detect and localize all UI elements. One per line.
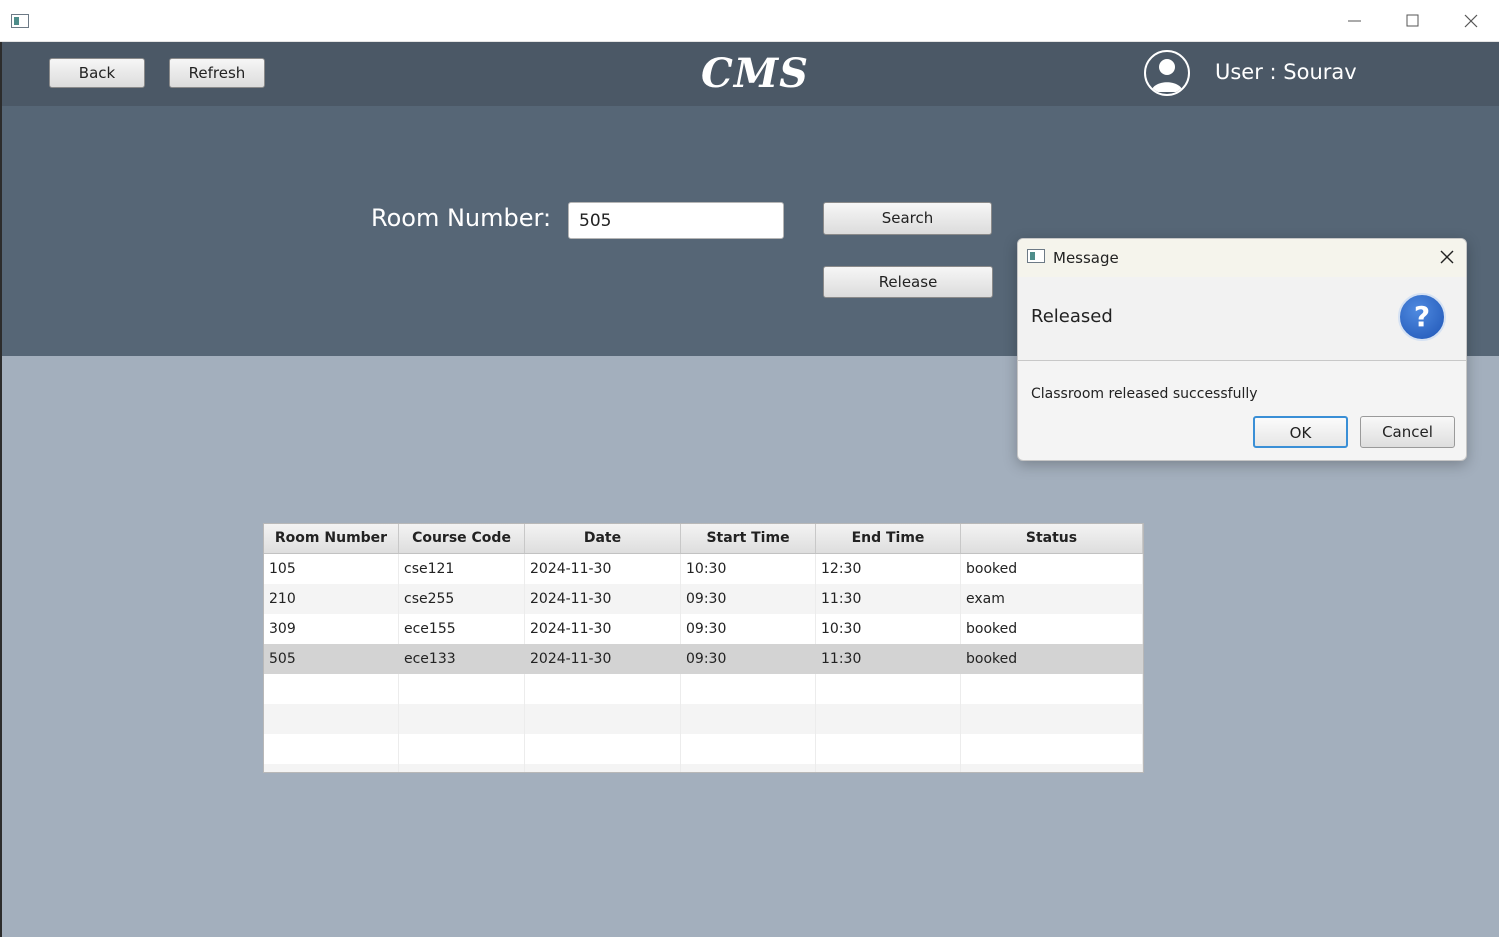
user-label: User : Sourav — [1215, 60, 1357, 84]
cell-room-number: 210 — [264, 584, 399, 614]
column-header-end-time[interactable]: End Time — [816, 524, 961, 553]
release-button[interactable]: Release — [823, 266, 993, 298]
cell-start-time: 09:30 — [681, 584, 816, 614]
cell-status: exam — [961, 584, 1143, 614]
user-avatar-icon — [1144, 50, 1190, 96]
table-row[interactable]: 105 cse121 2024-11-30 10:30 12:30 booked — [264, 554, 1143, 584]
cancel-button[interactable]: Cancel — [1360, 416, 1455, 448]
table-row-empty — [264, 764, 1143, 772]
minimize-icon — [1348, 20, 1361, 22]
column-header-start-time[interactable]: Start Time — [681, 524, 816, 553]
dialog-header: Released ? — [1018, 277, 1466, 361]
dialog-title: Message — [1053, 249, 1119, 267]
dialog-app-icon — [1027, 249, 1045, 263]
cell-course-code: cse121 — [399, 554, 525, 584]
column-header-room-number[interactable]: Room Number — [264, 524, 399, 553]
bookings-table[interactable]: Room Number Course Code Date Start Time … — [263, 523, 1144, 773]
cell-status: booked — [961, 554, 1143, 584]
cell-course-code: ece133 — [399, 644, 525, 674]
dialog-titlebar: Message — [1018, 239, 1466, 277]
cell-room-number: 105 — [264, 554, 399, 584]
maximize-button[interactable] — [1390, 6, 1436, 36]
cell-course-code: cse255 — [399, 584, 525, 614]
cell-course-code: ece155 — [399, 614, 525, 644]
message-dialog: Message Released ? Classroom released su… — [1017, 238, 1467, 461]
close-button[interactable] — [1448, 6, 1494, 36]
cell-status: booked — [961, 614, 1143, 644]
back-button[interactable]: Back — [49, 58, 145, 88]
cell-start-time: 09:30 — [681, 614, 816, 644]
column-header-course-code[interactable]: Course Code — [399, 524, 525, 553]
window-titlebar — [0, 0, 1499, 42]
cell-end-time: 11:30 — [816, 584, 961, 614]
room-number-label: Room Number: — [371, 204, 552, 232]
refresh-button[interactable]: Refresh — [169, 58, 265, 88]
app-icon — [11, 14, 29, 28]
cell-room-number: 309 — [264, 614, 399, 644]
table-row[interactable]: 210 cse255 2024-11-30 09:30 11:30 exam — [264, 584, 1143, 614]
table-row-selected[interactable]: 505 ece133 2024-11-30 09:30 11:30 booked — [264, 644, 1143, 674]
column-header-status[interactable]: Status — [961, 524, 1143, 553]
dialog-message: Classroom released successfully — [1031, 386, 1258, 402]
cell-end-time: 12:30 — [816, 554, 961, 584]
cell-start-time: 10:30 — [681, 554, 816, 584]
minimize-button[interactable] — [1332, 6, 1378, 36]
cell-date: 2024-11-30 — [525, 614, 681, 644]
cell-date: 2024-11-30 — [525, 554, 681, 584]
column-header-date[interactable]: Date — [525, 524, 681, 553]
cell-date: 2024-11-30 — [525, 584, 681, 614]
cell-room-number: 505 — [264, 644, 399, 674]
table-row-empty — [264, 734, 1143, 764]
table-row-empty — [264, 704, 1143, 734]
cell-end-time: 10:30 — [816, 614, 961, 644]
maximize-icon — [1406, 14, 1419, 27]
dialog-heading: Released — [1031, 306, 1113, 327]
cell-start-time: 09:30 — [681, 644, 816, 674]
search-button[interactable]: Search — [823, 202, 992, 235]
question-icon: ? — [1398, 293, 1446, 341]
cell-status: booked — [961, 644, 1143, 674]
cell-end-time: 11:30 — [816, 644, 961, 674]
close-icon — [1440, 250, 1454, 264]
room-number-input[interactable] — [568, 202, 784, 239]
table-row[interactable]: 309 ece155 2024-11-30 09:30 10:30 booked — [264, 614, 1143, 644]
cell-date: 2024-11-30 — [525, 644, 681, 674]
app-logo: CMS — [701, 50, 809, 97]
dialog-close-button[interactable] — [1438, 248, 1456, 266]
table-header: Room Number Course Code Date Start Time … — [264, 524, 1143, 554]
close-icon — [1464, 14, 1478, 28]
ok-button[interactable]: OK — [1253, 416, 1348, 448]
table-row-empty — [264, 674, 1143, 704]
